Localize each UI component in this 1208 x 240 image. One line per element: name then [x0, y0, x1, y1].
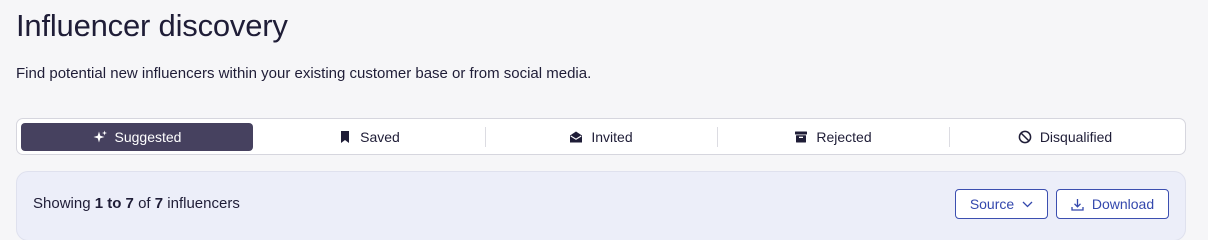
status-tabs: Suggested Saved Invited Rejected Disqual… — [16, 118, 1186, 155]
results-of: of — [138, 195, 151, 212]
download-icon — [1071, 198, 1084, 211]
tab-suggested[interactable]: Suggested — [21, 122, 253, 151]
page-title: Influencer discovery — [16, 8, 288, 43]
tab-disqualified[interactable]: Disqualified — [949, 123, 1181, 151]
chevron-down-icon — [1022, 201, 1033, 208]
download-label: Download — [1091, 196, 1155, 212]
results-count: Showing 1 to 7 of 7 influencers — [33, 195, 240, 212]
source-dropdown-button[interactable]: Source — [955, 189, 1048, 219]
results-panel: Showing 1 to 7 of 7 influencers Source D… — [16, 171, 1186, 240]
tab-label: Suggested — [114, 128, 182, 145]
source-label: Source — [969, 196, 1015, 212]
tab-invited[interactable]: Invited — [485, 123, 717, 151]
results-total: 7 — [154, 195, 164, 212]
tab-saved[interactable]: Saved — [253, 123, 485, 151]
tab-label: Disqualified — [1039, 128, 1113, 145]
tab-label: Rejected — [816, 128, 872, 145]
page-subtitle: Find potential new influencers within yo… — [16, 65, 592, 82]
bookmark-icon — [338, 130, 352, 144]
sparkle-icon — [93, 130, 107, 144]
results-suffix: influencers — [167, 195, 240, 212]
envelope-open-icon — [569, 130, 583, 144]
tab-label: Invited — [591, 128, 633, 145]
influencer-discovery-page: Influencer discovery Find potential new … — [0, 0, 1208, 240]
tab-label: Saved — [360, 128, 400, 145]
download-button[interactable]: Download — [1056, 189, 1169, 219]
results-range: 1 to 7 — [94, 195, 134, 212]
tab-rejected[interactable]: Rejected — [717, 123, 949, 151]
archive-icon — [794, 130, 808, 144]
results-prefix: Showing — [33, 195, 91, 212]
ban-icon — [1018, 130, 1032, 144]
